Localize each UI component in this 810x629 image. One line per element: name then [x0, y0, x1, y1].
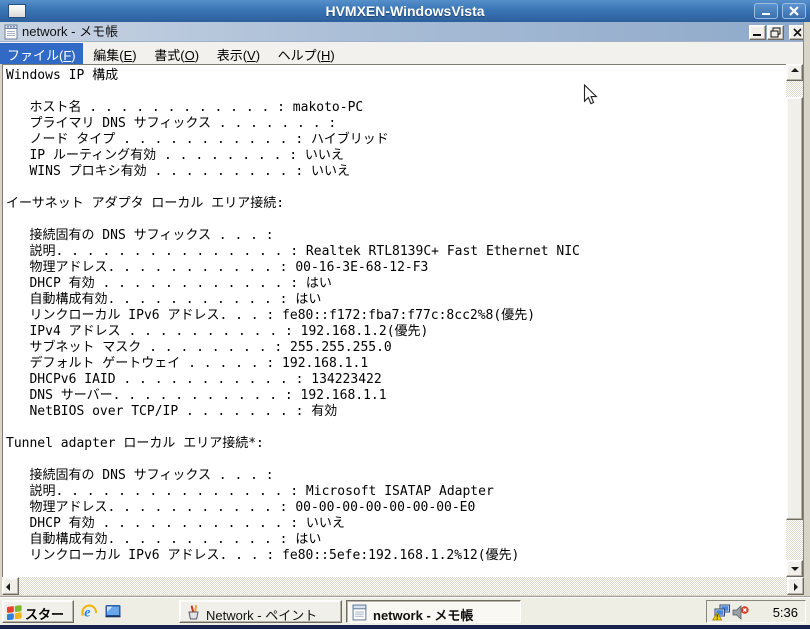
internet-explorer-icon[interactable]: e: [80, 602, 99, 621]
scroll-down-button[interactable]: [786, 560, 803, 577]
network-warning-icon[interactable]: [712, 604, 731, 621]
taskbar-task-notepad[interactable]: network - メモ帳: [346, 600, 521, 623]
vertical-scrollbar[interactable]: [786, 64, 803, 577]
windows-flag-icon: [6, 603, 23, 622]
vertical-scrollbar-thumb[interactable]: [786, 97, 803, 520]
paint-icon: [185, 604, 202, 621]
notepad-text-content[interactable]: Windows IP 構成 ホスト名 . . . . . . . . . . .…: [3, 65, 786, 564]
notepad-titlebar[interactable]: network - メモ帳: [0, 22, 810, 42]
notepad-icon: [4, 24, 19, 40]
taskbar-clock[interactable]: 5:36: [773, 605, 798, 620]
notepad-window-title: network - メモ帳: [22, 22, 118, 42]
vm-minimize-button[interactable]: [754, 3, 778, 19]
minimize-icon: [753, 34, 761, 36]
close-icon: [783, 4, 805, 18]
notepad-menubar: ファイル(F) 編集(E) 書式(O) 表示(V) ヘルプ(H): [0, 42, 810, 64]
arrow-left-icon: [6, 583, 10, 591]
arrow-right-icon: [794, 583, 798, 591]
minimize-icon: [755, 4, 777, 18]
arrow-up-icon: [791, 68, 799, 72]
vm-window-title: HVMXEN-WindowsVista: [0, 0, 810, 22]
taskbar: スタート e Network - ペイント: [0, 597, 810, 625]
vm-viewer-screen: HVMXEN-WindowsVista network - メモ帳 ファ: [0, 0, 810, 629]
scroll-left-button[interactable]: [2, 577, 19, 595]
vm-close-button[interactable]: [782, 3, 806, 19]
start-button[interactable]: スタート: [2, 600, 74, 623]
scroll-up-button[interactable]: [786, 64, 803, 81]
notepad-icon: [352, 604, 368, 621]
notepad-restore-button[interactable]: [767, 25, 784, 40]
svg-text:e: e: [84, 606, 90, 621]
restore-icon: [768, 26, 783, 39]
notepad-minimize-button[interactable]: [749, 25, 766, 40]
show-desktop-icon[interactable]: [104, 602, 123, 621]
volume-muted-icon[interactable]: [732, 604, 749, 621]
vm-titlebar[interactable]: HVMXEN-WindowsVista: [0, 0, 810, 22]
window-right-border: [803, 22, 810, 595]
arrow-down-icon: [791, 567, 799, 571]
screen-bottom-edge: [0, 625, 810, 629]
notepad-text-area[interactable]: Windows IP 構成 ホスト名 . . . . . . . . . . .…: [2, 64, 786, 577]
task-label: network - メモ帳: [373, 605, 473, 624]
horizontal-scrollbar[interactable]: [2, 577, 804, 595]
taskbar-task-paint[interactable]: Network - ペイント: [179, 600, 342, 623]
task-label: Network - ペイント: [206, 605, 317, 624]
system-tray: 5:36: [706, 600, 806, 623]
scroll-right-button[interactable]: [787, 577, 804, 595]
